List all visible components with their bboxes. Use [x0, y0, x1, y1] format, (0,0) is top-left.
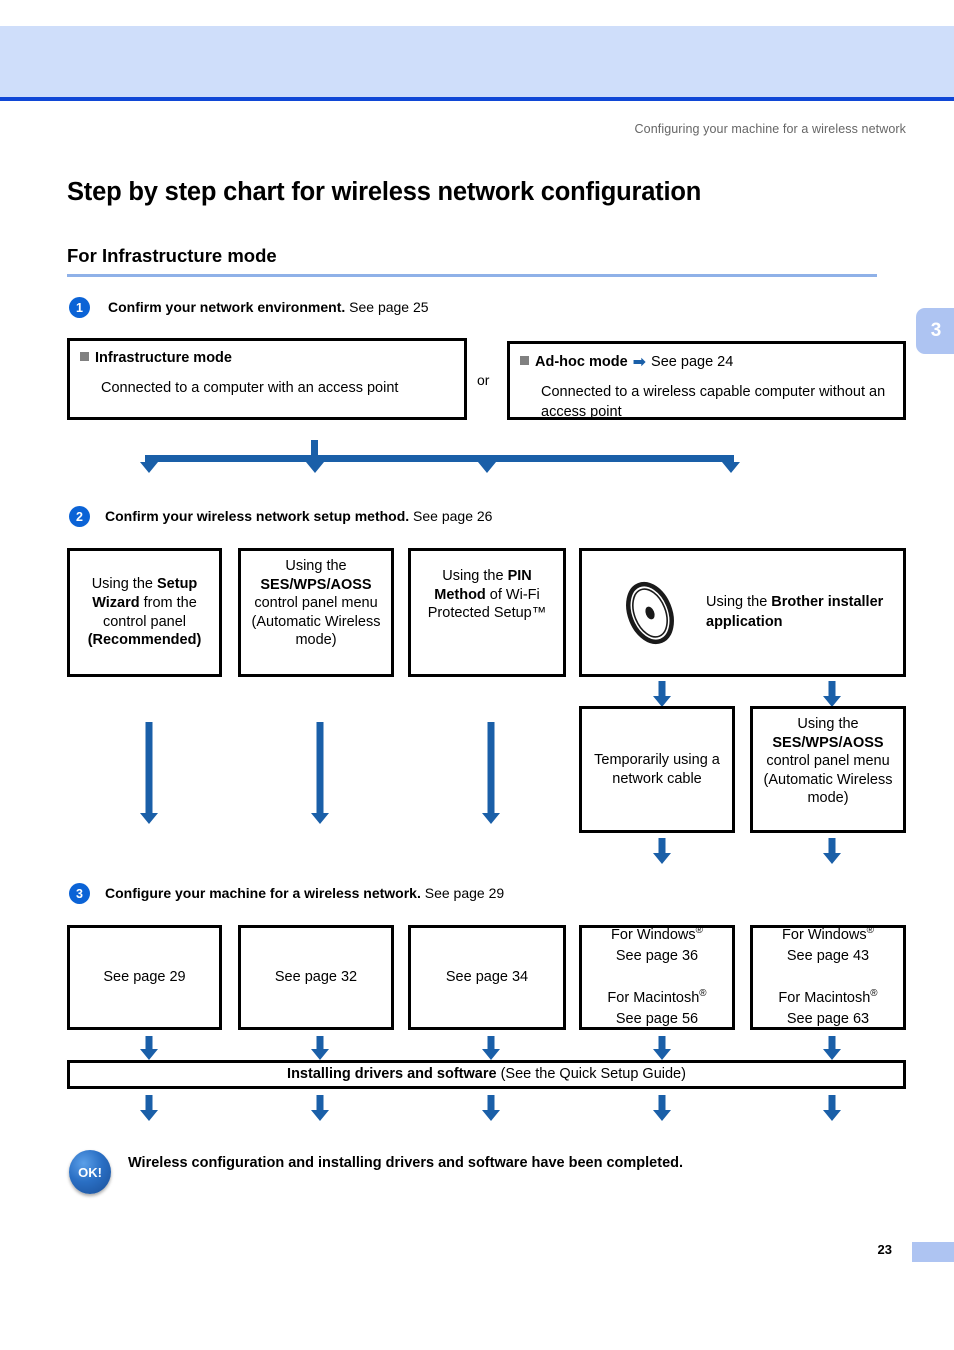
page-ref-4-windows-page: See page 36 [615, 947, 699, 964]
page-ref-5-mac-page: See page 63 [786, 1011, 870, 1028]
flow-arrow-col4-top [650, 681, 674, 707]
right-arrow-icon: ➡ [632, 354, 647, 371]
install-bar-rest: (See the Quick Setup Guide) [496, 1066, 686, 1083]
flow-arrow-col5-bottom [820, 838, 844, 864]
page-ref-box-5[interactable]: For Windows® See page 43 For Macintosh® … [750, 925, 906, 1030]
header-rule [0, 97, 954, 101]
method-box-pin-method-text: Using the PIN Method of Wi-Fi Protected … [427, 568, 547, 622]
bus-arrow-3 [477, 462, 497, 476]
step-2-number: 2 [69, 506, 90, 527]
adhoc-page-link[interactable]: See page 24 [651, 354, 733, 370]
square-bullet-icon [80, 352, 89, 361]
bus-arrow-1 [139, 462, 159, 476]
install-arrow-3 [479, 1036, 503, 1060]
install-drivers-bar-text: Installing drivers and software (See the… [287, 1065, 686, 1084]
bus-arrow-2 [305, 462, 325, 476]
sub-box-network-cable: Temporarily using a network cable [579, 706, 735, 833]
sub-box-ses-wps-aoss: Using the SES/WPS/AOSS control panel men… [750, 706, 906, 833]
step-1-rest: See page 25 [345, 299, 429, 315]
page-number-tab [912, 1242, 954, 1262]
page-ref-box-5-text: For Windows® See page 43 For Macintosh® … [778, 925, 878, 1028]
page-ref-4-windows-label: For Windows [611, 926, 696, 943]
header-band [0, 26, 954, 97]
page-title: Step by step chart for wireless network … [67, 178, 702, 206]
step-2-bold: Confirm your wireless network setup meth… [105, 508, 410, 524]
adhoc-mode-body: Connected to a wireless capable computer… [541, 384, 886, 421]
install-bar-bold: Installing drivers and software [287, 1066, 497, 1083]
adhoc-mode-box: Ad-hoc mode ➡ See page 24 Connected to a w… [507, 341, 906, 420]
page-ref-4-mac-label: For Macintosh [607, 990, 700, 1007]
section-rule [67, 274, 877, 277]
install-drivers-bar: Installing drivers and software (See the… [67, 1060, 906, 1089]
chapter-tab: 3 [916, 308, 954, 354]
infrastructure-mode-body: Connected to a computer with an access p… [101, 379, 399, 396]
install-arrow-1 [137, 1036, 161, 1060]
or-label: or [477, 372, 490, 388]
page-ref-box-3[interactable]: See page 34 [408, 925, 566, 1030]
completion-message: Wireless configuration and installing dr… [128, 1155, 684, 1171]
method-box-ses-wps-aoss-text: Using the SES/WPS/AOSS control panel men… [251, 558, 381, 649]
page-ref-5-mac-label: For Macintosh [778, 990, 871, 1007]
page-ref-4-mac-page: See page 56 [615, 1011, 699, 1028]
page-ref-box-1[interactable]: See page 29 [67, 925, 222, 1030]
method-box-setup-wizard: Using the Setup Wizard from the control … [67, 548, 222, 677]
cd-disc-icon [626, 581, 674, 644]
install-arrow-2 [308, 1036, 332, 1060]
step-3-label: Configure your machine for a wireless ne… [105, 885, 504, 901]
ok-badge: OK! [69, 1150, 111, 1194]
infrastructure-mode-title-row: Infrastructure mode [80, 349, 454, 368]
step-2-label: Confirm your wireless network setup meth… [105, 508, 492, 524]
running-header-caption: Configuring your machine for a wireless … [634, 122, 906, 136]
chapter-tab-number: 3 [930, 320, 942, 341]
final-arrow-2 [308, 1095, 332, 1121]
flow-arrow-col3 [479, 722, 503, 824]
page-ref-box-4[interactable]: For Windows® See page 36 For Macintosh® … [579, 925, 735, 1030]
method-box-ses-wps-aoss: Using the SES/WPS/AOSS control panel men… [238, 548, 394, 677]
square-bullet-icon [520, 356, 529, 365]
install-arrow-4 [650, 1036, 674, 1060]
step-1-number: 1 [69, 297, 90, 318]
page-ref-box-2[interactable]: See page 32 [238, 925, 394, 1030]
final-arrow-5 [820, 1095, 844, 1121]
step-1-bold: Confirm your network environment. [108, 299, 346, 315]
page-number: 23 [877, 1242, 892, 1257]
section-title: For Infrastructure mode [67, 245, 277, 266]
ok-badge-label: OK! [78, 1164, 102, 1180]
step-3-number: 3 [69, 883, 90, 904]
page-ref-box-4-text: For Windows® See page 36 For Macintosh® … [607, 925, 707, 1028]
bus-horizontal [145, 455, 734, 462]
method-box-brother-installer: Using the Brother installer application [579, 548, 906, 677]
flow-arrow-col2 [308, 722, 332, 824]
page-ref-5-windows-label: For Windows [782, 926, 867, 943]
document-page: Configuring your machine for a wireless … [0, 0, 954, 1350]
install-arrow-5 [820, 1036, 844, 1060]
step-1-label: Confirm your network environment. See pa… [108, 299, 429, 315]
adhoc-mode-title-row: Ad-hoc mode ➡ See page 24 [520, 352, 893, 372]
method-box-setup-wizard-text: Using the Setup Wizard from the control … [87, 576, 202, 649]
step-3-bold: Configure your machine for a wireless ne… [105, 885, 421, 901]
adhoc-mode-title: Ad-hoc mode [535, 354, 628, 370]
flow-arrow-col4-bottom [650, 838, 674, 864]
method-box-pin-method: Using the PIN Method of Wi-Fi Protected … [408, 548, 566, 677]
step-3-rest: See page 29 [420, 885, 505, 901]
infrastructure-mode-box: Infrastructure mode Connected to a compu… [67, 338, 467, 420]
final-arrow-4 [650, 1095, 674, 1121]
page-ref-5-windows-page: See page 43 [786, 947, 870, 964]
final-arrow-3 [479, 1095, 503, 1121]
flow-arrow-col5-top [820, 681, 844, 707]
flow-arrow-col1 [137, 722, 161, 824]
infrastructure-mode-title: Infrastructure mode [95, 350, 232, 366]
bus-arrow-4 [721, 462, 741, 476]
step-2-rest: See page 26 [409, 508, 493, 524]
method-box-brother-installer-text: Using the Brother installer application [706, 593, 884, 630]
sub-box-ses-wps-aoss-text: Using the SES/WPS/AOSS control panel men… [763, 716, 893, 807]
final-arrow-1 [137, 1095, 161, 1121]
